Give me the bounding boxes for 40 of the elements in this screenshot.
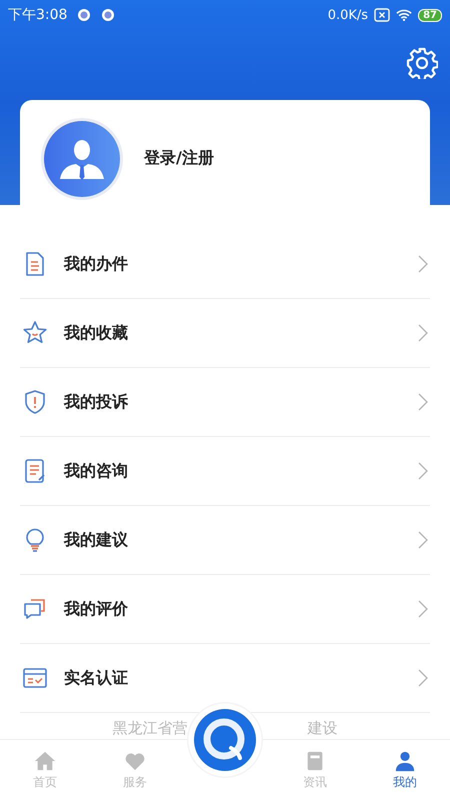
chevron-right-icon xyxy=(418,393,428,411)
menu-item[interactable]: 我的收藏 xyxy=(20,299,430,368)
menu-label: 我的建议 xyxy=(64,530,129,550)
shield-icon xyxy=(22,389,48,415)
menu-item[interactable]: 我的建议 xyxy=(20,506,430,575)
menu-item[interactable]: 我的评价 xyxy=(20,575,430,644)
home-icon xyxy=(34,750,56,772)
menu-item[interactable]: 我的办件 xyxy=(20,230,430,299)
menu-label: 实名认证 xyxy=(64,668,129,688)
chevron-right-icon xyxy=(418,531,428,549)
chevron-right-icon xyxy=(418,255,428,273)
network-speed: 0.0K/s xyxy=(328,8,368,22)
menu-label: 我的评价 xyxy=(64,598,129,620)
settings-icon[interactable] xyxy=(406,46,438,78)
notification-icon xyxy=(101,8,116,22)
nav-tab[interactable]: 我的 xyxy=(360,750,450,790)
star-icon xyxy=(22,320,48,346)
person-icon xyxy=(394,750,416,772)
menu-item[interactable]: 我的投诉 xyxy=(20,368,430,437)
id-card-icon xyxy=(22,665,48,691)
chevron-right-icon xyxy=(418,669,428,687)
chevron-right-icon xyxy=(418,324,428,342)
menu-label: 我的投诉 xyxy=(64,392,129,412)
notification-icon xyxy=(77,8,92,22)
no-sim-icon xyxy=(374,8,390,22)
chevron-right-icon xyxy=(418,600,428,618)
menu-label: 我的办件 xyxy=(64,254,129,274)
chat-icon xyxy=(22,596,48,622)
login-link[interactable]: 登录/注册 xyxy=(144,148,214,169)
avatar-icon[interactable] xyxy=(40,116,124,200)
menu-label: 我的咨询 xyxy=(64,460,129,482)
footer-text: 建设 xyxy=(308,719,338,738)
battery-indicator: 87 xyxy=(418,8,442,22)
app-logo-button[interactable] xyxy=(187,702,263,778)
wifi-icon xyxy=(396,8,412,22)
menu-label: 我的收藏 xyxy=(64,322,129,344)
menu-item[interactable]: 我的咨询 xyxy=(20,437,430,506)
status-time: 下午3:08 xyxy=(8,6,68,24)
chevron-right-icon xyxy=(418,462,428,480)
footer-text: 黑龙江省营 xyxy=(112,719,188,738)
